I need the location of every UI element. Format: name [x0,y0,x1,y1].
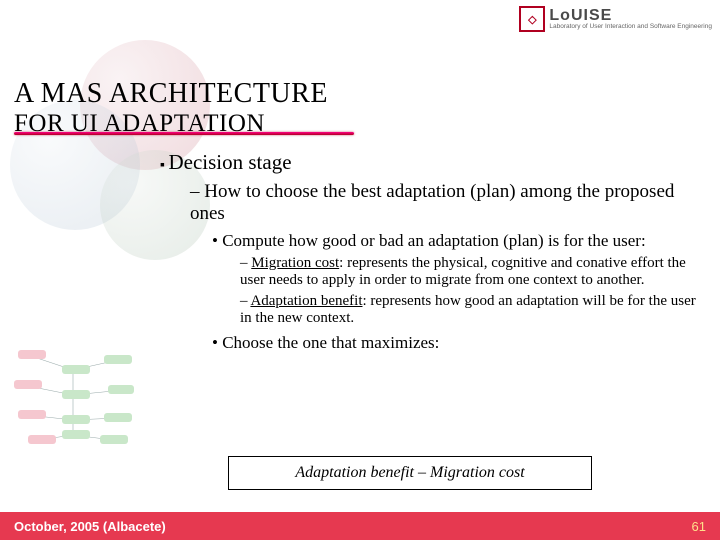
bullet-lvl4: Migration cost: represents the physical,… [240,255,708,289]
bullet-lvl1: Decision stage [160,150,708,175]
title-block: A MAS ARCHITECTURE FOR UI ADAPTATION [14,78,354,138]
bullet-lvl4: Adaptation benefit: represents how good … [240,293,708,327]
bullet-lvl3: Compute how good or bad an adaptation (p… [212,231,708,251]
bullet-lvl3: Choose the one that maximizes: [212,333,708,353]
lvl3b-text: Choose the one that maximizes: [222,333,439,352]
diagram-thumbnail [8,340,138,450]
logo-mark-icon: ◇ [519,6,545,32]
logo-text: LoUISE Laboratory of User Interaction an… [549,8,712,31]
logo-name: LoUISE [549,8,712,24]
lvl4a-label: Migration cost [251,255,339,271]
lvl2-text: How to choose the best adaptation (plan)… [190,181,674,224]
bullet-lvl2: How to choose the best adaptation (plan)… [190,181,708,225]
lvl3a-text: Compute how good or bad an adaptation (p… [222,231,645,250]
content-body: Decision stage How to choose the best ad… [160,150,708,353]
title-underline [14,132,354,135]
lvl1-text: Decision stage [168,150,291,174]
formula-text: Adaptation benefit – Migration cost [295,464,524,482]
formula-box: Adaptation benefit – Migration cost [228,456,592,490]
logo: ◇ LoUISE Laboratory of User Interaction … [519,6,712,32]
logo-tagline: Laboratory of User Interaction and Softw… [549,24,712,31]
lvl4b-label: Adaptation benefit [250,293,362,309]
page-number: 61 [692,519,706,534]
slide: ◇ LoUISE Laboratory of User Interaction … [0,0,720,540]
footer-bar: October, 2005 (Albacete) 61 [0,512,720,540]
title-line-1: A MAS ARCHITECTURE [14,78,354,110]
footer-left: October, 2005 (Albacete) [14,519,166,534]
